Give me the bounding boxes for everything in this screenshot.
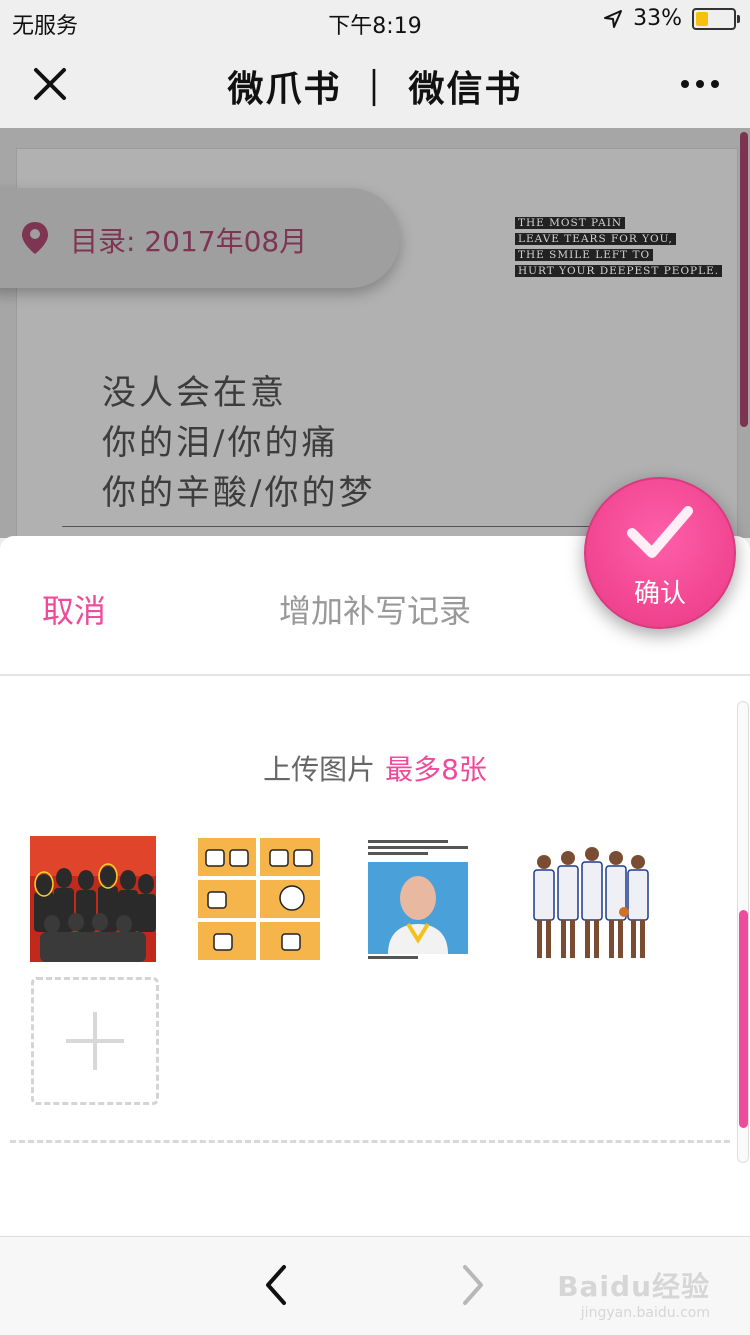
sheet-scrollbar-thumb[interactable] bbox=[739, 910, 748, 1128]
watermark-url: jingyan.baidu.com bbox=[580, 1305, 710, 1321]
quote-line: THE MOST PAIN bbox=[515, 217, 626, 229]
location-arrow-icon bbox=[604, 9, 623, 28]
battery-level bbox=[696, 11, 708, 26]
confirm-label: 确认 bbox=[633, 579, 686, 609]
quote-line: LEAVE TEARS FOR YOU, bbox=[515, 233, 676, 245]
baidu-watermark: Baidu经验 jingyan.baidu.com bbox=[557, 1265, 710, 1321]
plus-icon-vertical bbox=[93, 1012, 97, 1070]
english-quote: THE MOST PAIN LEAVE TEARS FOR YOU, THE S… bbox=[515, 215, 723, 279]
watermark-text: Baidu经验 bbox=[557, 1270, 710, 1303]
more-icon[interactable] bbox=[680, 74, 720, 94]
forward-arrow-icon[interactable] bbox=[455, 1263, 491, 1307]
catalog-label: 目录: 2017年08月 bbox=[70, 225, 308, 258]
poem-line: 你的泪/你的痛 bbox=[102, 423, 339, 463]
add-photo-button[interactable] bbox=[31, 977, 159, 1105]
player-portrait bbox=[362, 836, 488, 962]
upload-limit: 最多8张 bbox=[385, 753, 487, 786]
photo-thumbnail[interactable] bbox=[362, 836, 488, 962]
status-right: 33% bbox=[603, 6, 740, 31]
back-arrow-icon[interactable] bbox=[258, 1263, 294, 1307]
poem-line: 没人会在意 bbox=[102, 373, 287, 413]
upload-label: 上传图片 bbox=[263, 753, 376, 786]
catalog-pill[interactable]: 目录: 2017年08月 bbox=[0, 188, 400, 288]
battery-icon bbox=[692, 7, 740, 30]
quote-line: THE SMILE LEFT TO bbox=[515, 249, 654, 261]
poem-text: 没人会在意 你的泪/你的痛 你的辛酸/你的梦 bbox=[102, 368, 375, 518]
navigation-bar: 微爪书 ｜ 微信书 bbox=[0, 40, 750, 128]
dashed-divider bbox=[10, 1140, 730, 1143]
add-record-sheet: 取消 增加补写记录 上传图片 最多8张 bbox=[0, 536, 750, 1236]
confirm-button[interactable]: 确认 bbox=[584, 477, 736, 629]
comic-grid bbox=[196, 836, 322, 962]
team-photo-white bbox=[528, 836, 654, 962]
team-photo-red bbox=[30, 836, 156, 962]
divider bbox=[0, 674, 750, 676]
divider bbox=[62, 526, 602, 527]
photo-thumbnail[interactable] bbox=[30, 836, 156, 962]
background-scrollbar[interactable] bbox=[740, 132, 748, 427]
checkmark-icon bbox=[627, 506, 693, 558]
status-bar: 无服务 下午8:19 33% bbox=[0, 0, 750, 40]
page-title: 微爪书 ｜ 微信书 bbox=[227, 69, 523, 110]
background-page: THE MOST PAIN LEAVE TEARS FOR YOU, THE S… bbox=[0, 128, 750, 538]
photo-thumbnail[interactable] bbox=[528, 836, 654, 962]
poem-line: 你的辛酸/你的梦 bbox=[102, 473, 376, 513]
battery-percent: 33% bbox=[633, 6, 682, 31]
upload-heading: 上传图片 最多8张 bbox=[0, 748, 750, 788]
quote-line: HURT YOUR DEEPEST PEOPLE. bbox=[515, 265, 723, 277]
browser-toolbar: Baidu经验 jingyan.baidu.com bbox=[0, 1236, 750, 1335]
location-pin-icon bbox=[22, 222, 48, 254]
photo-thumbnail[interactable] bbox=[196, 836, 322, 962]
